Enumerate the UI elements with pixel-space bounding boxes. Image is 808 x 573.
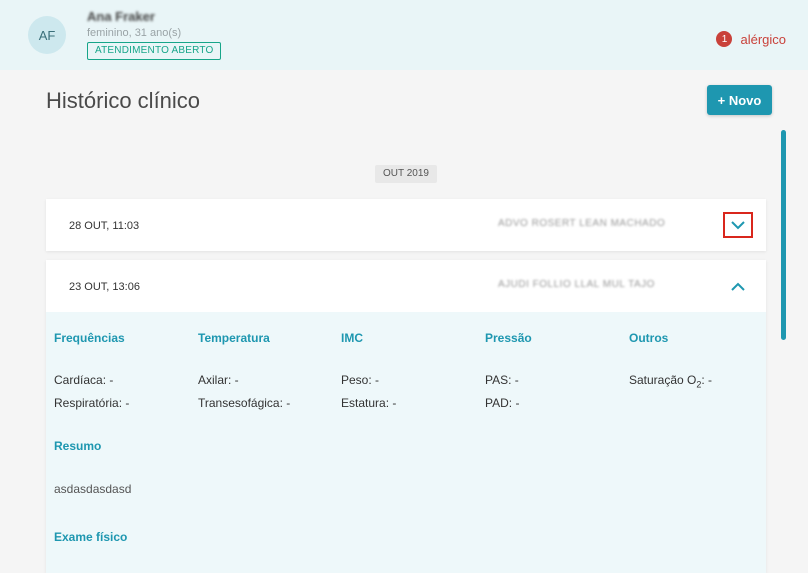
- field-axilar: Axilar: -: [198, 373, 239, 387]
- expand-toggle-button[interactable]: [723, 212, 753, 238]
- section-title-exame-fisico: Exame físico: [54, 530, 128, 544]
- field-respiratoria: Respiratória: -: [54, 396, 130, 410]
- field-pas: PAS: -: [485, 373, 519, 387]
- field-saturacao: Saturação O2: -: [629, 373, 712, 389]
- field-peso: Peso: -: [341, 373, 380, 387]
- collapse-toggle-button[interactable]: [723, 273, 753, 299]
- field-pad: PAD: -: [485, 396, 520, 410]
- summary-text: asdasdasdasd: [54, 482, 132, 496]
- avatar: AF: [28, 16, 66, 54]
- section-title-temperatura: Temperatura: [198, 331, 270, 345]
- new-record-button[interactable]: + Novo: [707, 85, 772, 115]
- status-badge: ATENDIMENTO ABERTO: [87, 42, 222, 60]
- section-title-pressao: Pressão: [485, 331, 532, 345]
- entry-author: ADVO ROSERT LEAN MACHADO: [498, 218, 666, 229]
- allergy-count-badge: 1: [716, 31, 733, 47]
- history-entry[interactable]: 23 OUT, 13:06 AJUDI FOLLIO LLAL MUL TAJO…: [46, 260, 766, 573]
- section-title-outros: Outros: [629, 331, 669, 345]
- history-entry[interactable]: 28 OUT, 11:03 ADVO ROSERT LEAN MACHADO: [46, 199, 766, 251]
- allergy-label: alérgico: [740, 31, 786, 47]
- scrollbar-thumb[interactable]: [781, 130, 786, 340]
- page-title: Histórico clínico: [46, 88, 201, 113]
- saturacao-value: : -: [701, 373, 713, 387]
- section-title-resumo: Resumo: [54, 439, 102, 453]
- month-label: OUT 2019: [375, 165, 437, 183]
- patient-info: feminino, 31 ano(s): [87, 27, 182, 39]
- chevron-down-icon: [731, 220, 745, 229]
- patient-header: AF Ana Fraker feminino, 31 ano(s) ATENDI…: [0, 0, 808, 70]
- field-transesofagica: Transesofágica: -: [198, 396, 291, 410]
- field-estatura: Estatura: -: [341, 396, 397, 410]
- section-title-imc: IMC: [341, 331, 363, 345]
- patient-name: Ana Fraker: [87, 9, 155, 24]
- section-title-frequencias: Frequências: [54, 331, 125, 345]
- entry-details: Frequências Cardíaca: - Respiratória: - …: [46, 312, 766, 573]
- field-cardiaca: Cardíaca: -: [54, 373, 114, 387]
- saturacao-label: Saturação O: [629, 373, 697, 387]
- entry-author: AJUDI FOLLIO LLAL MUL TAJO: [498, 279, 655, 290]
- entry-date: 23 OUT, 13:06: [69, 281, 140, 293]
- chevron-up-icon: [731, 282, 745, 291]
- allergy-indicator[interactable]: 1 alérgico: [716, 31, 786, 47]
- entry-date: 28 OUT, 11:03: [69, 220, 140, 232]
